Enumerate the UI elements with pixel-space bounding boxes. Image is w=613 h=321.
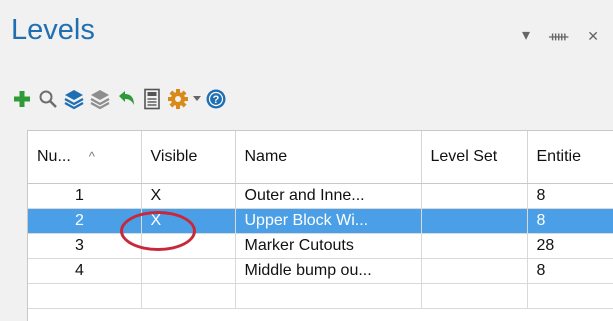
layers-gray-icon <box>90 90 110 110</box>
help-button[interactable]: ? <box>204 87 228 111</box>
cell-level-set[interactable] <box>421 258 528 284</box>
panel-title: Levels <box>11 14 95 46</box>
table-row-empty <box>28 283 613 309</box>
levels-grid: Nu... ^ Visible Name Level Set Entitie 1 … <box>27 130 613 321</box>
table-row-selected[interactable]: 2 X Upper Block Wi... 8 <box>28 208 613 234</box>
column-header-name[interactable]: Name <box>235 131 422 184</box>
layers-button[interactable] <box>62 87 86 111</box>
column-header-entities[interactable]: Entitie <box>527 131 613 184</box>
cell-visible[interactable]: X <box>141 208 236 234</box>
plus-icon <box>14 91 30 107</box>
column-header-level-set[interactable]: Level Set <box>421 131 528 184</box>
cell-visible[interactable]: X <box>141 183 236 209</box>
column-header-visible[interactable]: Visible <box>141 131 236 184</box>
window-controls: ▾ ᚔ ✕ <box>522 28 599 45</box>
undo-icon <box>119 91 134 105</box>
pin-icon[interactable]: ᚔ <box>549 28 568 44</box>
cell-entities: 8 <box>527 208 613 234</box>
layers-off-button[interactable] <box>88 87 112 111</box>
cell-entities: 28 <box>527 233 613 259</box>
table-row[interactable]: 3 Marker Cutouts 28 <box>28 233 613 259</box>
levels-table: Nu... ^ Visible Name Level Set Entitie 1 … <box>28 131 613 309</box>
cell-number: 4 <box>28 258 142 284</box>
calculator-button[interactable] <box>140 87 164 111</box>
table-header-row: Nu... ^ Visible Name Level Set Entitie <box>28 131 613 184</box>
svg-text:?: ? <box>213 94 220 106</box>
gear-icon <box>168 89 188 109</box>
add-level-button[interactable] <box>10 87 34 111</box>
dropdown-icon[interactable]: ▾ <box>522 28 530 44</box>
settings-button[interactable] <box>166 87 190 111</box>
cell-level-set[interactable] <box>421 208 528 234</box>
cell-name[interactable]: Marker Cutouts <box>235 233 422 259</box>
calculator-icon <box>144 88 160 110</box>
table-row[interactable]: 4 Middle bump ou... 8 <box>28 258 613 284</box>
table-row[interactable]: 1 X Outer and Inne... 8 <box>28 183 613 209</box>
cell-entities: 8 <box>527 258 613 284</box>
cell-number: 1 <box>28 183 142 209</box>
chevron-down-icon <box>193 96 201 101</box>
cell-level-set[interactable] <box>421 183 528 209</box>
cell-name[interactable]: Upper Block Wi... <box>235 208 422 234</box>
cell-visible[interactable] <box>141 258 236 284</box>
cell-number: 3 <box>28 233 142 259</box>
undo-button[interactable] <box>114 87 138 111</box>
cell-entities: 8 <box>527 183 613 209</box>
column-header-number[interactable]: Nu... ^ <box>28 131 142 184</box>
cell-level-set[interactable] <box>421 233 528 259</box>
sort-ascending-icon: ^ <box>88 149 95 164</box>
help-icon: ? <box>206 89 226 109</box>
toolbar: ? <box>10 84 230 114</box>
search-button[interactable] <box>36 87 60 111</box>
cell-number: 2 <box>28 208 142 234</box>
close-icon[interactable]: ✕ <box>587 28 599 44</box>
settings-dropdown-button[interactable] <box>192 87 202 111</box>
search-icon <box>39 90 57 108</box>
cell-name[interactable]: Middle bump ou... <box>235 258 422 284</box>
cell-visible[interactable] <box>141 233 236 259</box>
layers-icon <box>64 90 84 110</box>
cell-name[interactable]: Outer and Inne... <box>235 183 422 209</box>
